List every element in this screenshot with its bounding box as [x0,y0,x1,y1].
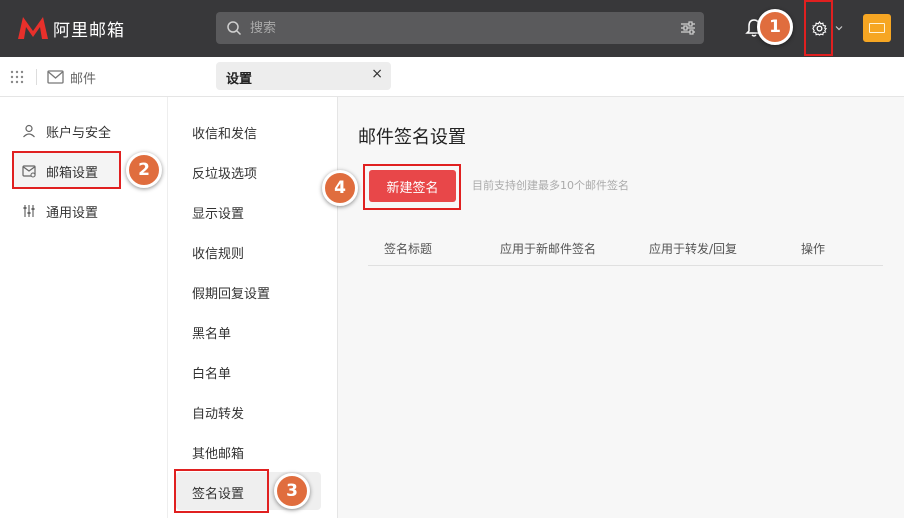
column-header: 应用于转发/回复 [649,242,738,256]
column-header: 操作 [801,242,826,256]
subnav-item-other-mailboxes[interactable]: 其他邮箱 [192,443,244,462]
search-bar[interactable] [216,12,704,44]
subnav-item-signature-settings[interactable]: 签名设置 [192,483,244,502]
nav-item-label: 账户与安全 [46,125,112,141]
user-icon [23,124,35,138]
subnav-item-auto-forward[interactable]: 自动转发 [192,403,244,422]
page-title: 邮件签名设置 [358,127,466,148]
app-launcher-tile[interactable] [863,14,891,42]
nav-item-account-security[interactable]: 账户与安全 [22,121,111,141]
subnav-item-anti-spam[interactable]: 反垃圾选项 [192,163,257,182]
tab-settings[interactable]: 设置 × [216,62,391,90]
logo[interactable]: 阿里邮箱 [16,14,125,42]
subnav-item-send-receive[interactable]: 收信和发信 [192,123,257,142]
keyboard-icon [869,23,885,33]
step-badge-2: 2 [126,152,162,188]
settings-highlight-box [804,0,833,56]
brand-m-icon [18,17,48,39]
nav-item-mailbox-settings[interactable]: 邮箱设置 [22,161,98,181]
tab-strip: 邮件 设置 × [0,57,904,97]
search-icon [227,21,242,36]
tab-settings-label: 设置 [226,72,253,87]
gear-icon[interactable] [812,21,827,36]
step-badge-1: 1 [757,9,793,45]
brand-name: 阿里邮箱 [53,20,125,41]
subnav-item-display[interactable]: 显示设置 [192,203,244,222]
mailbox-settings-subnav: 收信和发信 反垃圾选项 显示设置 收信规则 假期回复设置 黑名单 白名单 自动转… [168,97,338,518]
signature-limit-hint: 目前支持创建最多10个邮件签名 [472,179,629,192]
close-icon[interactable]: × [371,66,383,82]
subnav-item-vacation-reply[interactable]: 假期回复设置 [192,283,270,302]
nav-item-label: 通用设置 [46,205,99,221]
step-badge-3: 3 [274,473,310,509]
column-header: 应用于新邮件签名 [500,242,597,256]
tab-mail[interactable]: 邮件 [70,68,96,87]
subnav-item-whitelist[interactable]: 白名单 [192,363,231,382]
apps-grid-icon[interactable] [10,70,24,84]
chevron-down-icon[interactable] [835,24,843,32]
filter-icon[interactable] [680,20,696,36]
signature-settings-panel: 邮件签名设置 新建签名 目前支持创建最多10个邮件签名 签名标题 应用于新邮件签… [338,97,904,518]
column-header: 签名标题 [384,242,433,256]
search-input[interactable] [250,12,670,44]
mailbox-settings-icon [22,165,36,178]
sliders-icon [23,205,35,217]
nav-item-general-settings[interactable]: 通用设置 [22,201,98,221]
nav-item-label: 邮箱设置 [46,165,99,181]
subnav-item-blacklist[interactable]: 黑名单 [192,323,231,342]
signature-table-header: 签名标题 应用于新邮件签名 应用于转发/回复 操作 [368,230,883,266]
divider [36,69,37,85]
new-signature-button[interactable]: 新建签名 [369,170,456,202]
mail-icon[interactable] [47,70,64,84]
step-badge-4: 4 [322,170,358,206]
subnav-item-receive-rules[interactable]: 收信规则 [192,243,244,262]
